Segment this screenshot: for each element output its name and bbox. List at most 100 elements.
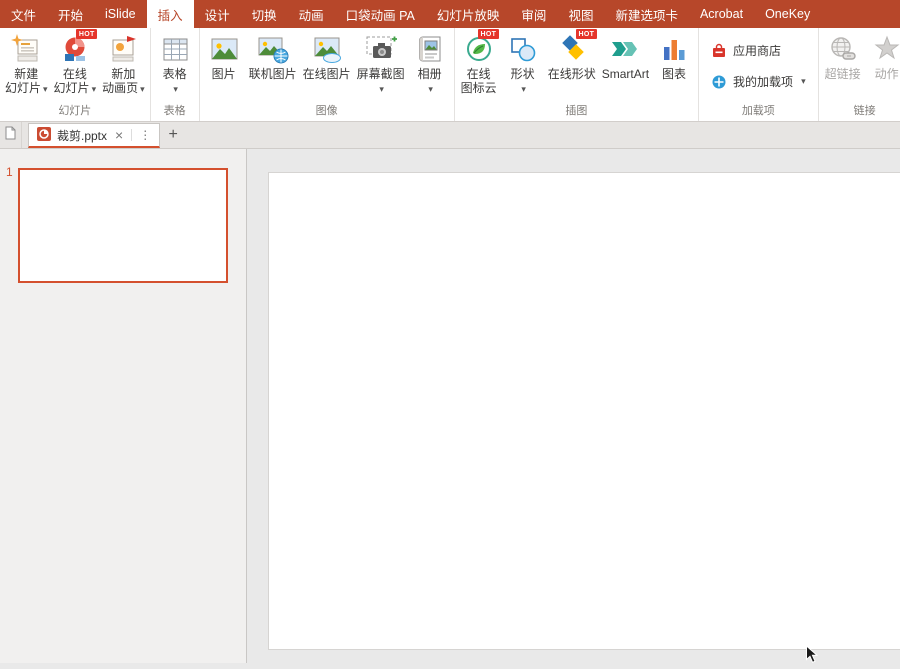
button-label: ▾ (519, 81, 526, 96)
button-label: 动画页 ▾ (102, 81, 145, 95)
online-pictures-icon (257, 32, 289, 66)
button-label: 幻灯片 ▾ (53, 81, 97, 95)
button-label: 新加 (111, 67, 136, 81)
ribbon-button-screenshot[interactable]: 屏幕截图 ▾ (354, 29, 408, 104)
hot-badge: HOT (76, 29, 98, 39)
ribbon-button-shapes[interactable]: 形状 ▾ (501, 29, 545, 104)
menu-file[interactable]: 文件 (0, 0, 47, 28)
ribbon-button-online-slides[interactable]: HOT 在线 幻灯片 ▾ (51, 29, 100, 104)
menu-view[interactable]: 视图 (557, 0, 604, 28)
button-label: 图片 (211, 67, 236, 81)
group-content: 新建 幻灯片 ▾ HOT 在线 幻灯片 ▾ 新加 动画页 ▾ (0, 28, 150, 104)
online-picture-icon (312, 32, 342, 66)
ribbon-group-slides: 新建 幻灯片 ▾ HOT 在线 幻灯片 ▾ 新加 动画页 ▾ 幻灯片 (0, 28, 151, 121)
ribbon-button-online-shapes[interactable]: HOT 在线形状 (545, 29, 599, 104)
new-slide-icon (11, 32, 41, 66)
ribbon-button-picture[interactable]: 图片 (202, 29, 246, 104)
button-label: ▾ (377, 81, 384, 96)
ribbon-button-table[interactable]: 表格 ▾ (153, 29, 197, 104)
button-label: 我的加载项 (733, 75, 794, 89)
my-addins-icon (711, 74, 727, 90)
menu-insert[interactable]: 插入 (146, 0, 194, 28)
button-label: ▾ (426, 81, 433, 96)
ribbon-button-new-animation-page[interactable]: 新加 动画页 ▾ (99, 29, 148, 104)
action-icon (872, 32, 900, 66)
button-label: 在线图片 (302, 67, 351, 81)
group-content: 表格 ▾ (151, 28, 199, 104)
group-label-slides: 幻灯片 (58, 105, 92, 117)
group-label-illustrations: 插图 (565, 105, 588, 117)
slide-thumbnail[interactable] (18, 168, 228, 283)
tab-close-icon[interactable]: × (113, 128, 125, 142)
dropdown-arrow-icon: ▾ (140, 84, 145, 94)
ribbon-button-smartart[interactable]: SmartArt (599, 29, 652, 104)
menu-onekey[interactable]: OneKey (754, 0, 821, 28)
button-label: 图标云 (460, 81, 497, 95)
document-tab-active[interactable]: 裁剪.pptx × ⋮ (28, 123, 161, 148)
menu-home[interactable]: 开始 (47, 0, 94, 28)
dropdown-arrow-icon: ▾ (91, 84, 97, 94)
slide-canvas[interactable] (268, 172, 900, 650)
hot-badge: HOT (478, 29, 499, 39)
button-label: 新建 (14, 67, 39, 81)
button-label: 动作 (874, 67, 899, 81)
group-content: 应用商店 我的加载项 ▾ (699, 28, 818, 104)
app-store-icon (711, 43, 727, 59)
ribbon-button-photo-album[interactable]: 相册 ▾ (408, 29, 452, 104)
workspace: 1 (0, 149, 900, 663)
ribbon-button-app-store[interactable]: 应用商店 (707, 40, 810, 61)
ribbon-button-new-slide[interactable]: 新建 幻灯片 ▾ (2, 29, 51, 104)
group-label-addins: 加载项 (741, 105, 775, 117)
document-tabbar: 裁剪.pptx × ⋮ + (0, 122, 900, 149)
button-label: 幻灯片 ▾ (5, 81, 48, 95)
menu-new-tab[interactable]: 新建选项卡 (604, 0, 689, 28)
dropdown-arrow-icon: ▾ (428, 84, 433, 94)
ribbon-group-table: 表格 ▾ 表格 (151, 28, 200, 121)
group-label-table: 表格 (163, 105, 186, 117)
tab-menu-icon[interactable]: ⋮ (131, 129, 151, 141)
new-document-tab-button[interactable]: + (160, 122, 186, 148)
menu-review[interactable]: 审阅 (510, 0, 557, 28)
table-icon (160, 32, 190, 66)
ribbon: 新建 幻灯片 ▾ HOT 在线 幻灯片 ▾ 新加 动画页 ▾ 幻灯片 表格 ▾ … (0, 28, 900, 122)
button-label: 在线 (466, 67, 491, 81)
menu-transitions[interactable]: 切换 (241, 0, 288, 28)
menubar: 文件 开始 iSlide 插入 设计 切换 动画 口袋动画 PA 幻灯片放映 审… (0, 0, 900, 28)
button-label: SmartArt (601, 67, 650, 81)
ribbon-button-chart[interactable]: 图表 (652, 29, 696, 104)
button-label: 应用商店 (733, 44, 782, 58)
menu-islide[interactable]: iSlide (94, 0, 147, 28)
ribbon-button-action[interactable]: 动作 (865, 29, 900, 104)
picture-icon (209, 32, 239, 66)
ribbon-group-links: 超链接 动作 链接 (819, 28, 900, 121)
button-label: 在线形状 (547, 67, 596, 81)
button-label: 图表 (662, 67, 687, 81)
ribbon-button-my-addins[interactable]: 我的加载项 ▾ (707, 71, 810, 92)
button-label: 相册 (417, 67, 442, 81)
chart-icon (659, 32, 689, 66)
ribbon-button-online-pictures[interactable]: 联机图片 (246, 29, 300, 104)
screenshot-icon (365, 32, 397, 66)
menu-design[interactable]: 设计 (194, 0, 241, 28)
group-label-images: 图像 (315, 105, 338, 117)
button-label: 表格 (162, 67, 187, 81)
menu-acrobat[interactable]: Acrobat (689, 0, 754, 28)
menu-slideshow[interactable]: 幻灯片放映 (426, 0, 511, 28)
document-list-button[interactable] (0, 122, 22, 148)
menu-animations[interactable]: 动画 (288, 0, 335, 28)
hyperlink-icon (828, 32, 858, 66)
ribbon-button-online-picture[interactable]: 在线图片 (300, 29, 354, 104)
hot-badge: HOT (576, 29, 597, 39)
ppt-file-icon (37, 126, 51, 144)
dropdown-arrow-icon: ▾ (43, 84, 48, 94)
dropdown-arrow-icon: ▾ (379, 84, 384, 94)
ribbon-group-illustrations: HOT 在线 图标云 形状 ▾ HOT 在线形状 SmartArt 图表 插图 (455, 28, 700, 121)
menu-pocket-animation[interactable]: 口袋动画 PA (335, 0, 426, 28)
ribbon-button-online-icon-cloud[interactable]: HOT 在线 图标云 (457, 29, 501, 104)
ribbon-group-images: 图片 联机图片 在线图片 屏幕截图 ▾ 相册 ▾ 图像 (200, 28, 455, 121)
ribbon-button-hyperlink[interactable]: 超链接 (821, 29, 865, 104)
editing-area (247, 149, 900, 663)
button-label: ▾ (171, 81, 178, 96)
dropdown-arrow-icon: ▾ (801, 76, 806, 86)
group-content: 图片 联机图片 在线图片 屏幕截图 ▾ 相册 ▾ (200, 28, 454, 104)
